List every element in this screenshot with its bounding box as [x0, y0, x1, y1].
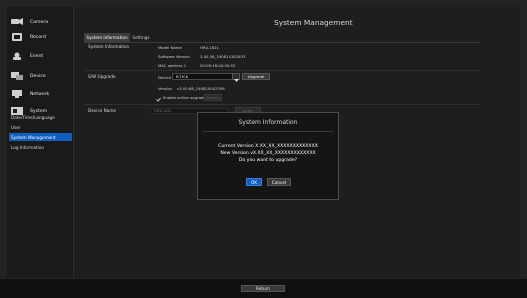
model-name-label: Model Name	[158, 45, 182, 50]
app-window: Camera Record Event Device Network Syste…	[0, 0, 527, 298]
model-name-value: HRX-1621	[200, 45, 219, 50]
sidebar-item-label: Camera	[30, 19, 49, 25]
cancel-button[interactable]: Cancel	[267, 178, 291, 186]
sidebar-subitem-label: System Management	[11, 134, 56, 140]
network-icon	[10, 90, 23, 99]
mac-address-label: MAC address 1	[158, 63, 187, 68]
device-select-value: R-TICK	[176, 74, 189, 79]
sidebar-subitem-label: Date/Time/Language	[11, 114, 55, 120]
section-divider	[84, 104, 480, 105]
sidebar-item-record[interactable]: Record	[9, 28, 72, 46]
device-icon	[10, 72, 23, 81]
sidebar-subitem-user[interactable]: User	[9, 123, 72, 131]
version-value: v3.00.68_190820042356	[177, 86, 225, 91]
section-divider	[84, 70, 480, 71]
tab-settings[interactable]: Settings	[130, 33, 152, 42]
sidebar-subitem-label: User	[11, 124, 21, 130]
upgrade-dialog: System Information Current Version X.XX_…	[197, 112, 339, 200]
sidebar: Camera Record Event Device Network Syste…	[7, 7, 74, 278]
dialog-title: System Information	[238, 119, 298, 126]
upgrade-question-text: Do you want to upgrade?	[238, 158, 298, 163]
record-icon	[10, 33, 23, 42]
sidebar-item-label: Event	[30, 53, 44, 59]
enable-online-upgrade-checkbox[interactable]	[156, 94, 161, 102]
device-name-value: HRX-1621	[154, 109, 172, 113]
main-panel: System Management System Information Set…	[74, 7, 520, 278]
tab-system-information[interactable]: System Information	[84, 33, 130, 42]
sidebar-item-network[interactable]: Network	[9, 85, 72, 103]
sidebar-item-device[interactable]: Device	[9, 67, 72, 85]
bottom-bar: Return	[0, 279, 527, 298]
ok-button[interactable]: OK	[246, 178, 262, 186]
page-title: System Management	[274, 18, 353, 27]
return-button[interactable]: Return	[241, 285, 285, 292]
device-name-label: Device Name	[88, 108, 117, 113]
sidebar-subitem-system-management[interactable]: System Management	[9, 133, 72, 141]
software-version-label: Software Version	[158, 54, 190, 59]
device-label: Device	[158, 75, 171, 80]
search-button[interactable]: Search	[204, 94, 222, 101]
sidebar-item-label: Record	[30, 34, 46, 40]
upgrade-button[interactable]: Upgrade	[242, 73, 270, 80]
chevron-down-icon	[233, 67, 239, 86]
device-select-arrow[interactable]	[232, 73, 240, 82]
new-version-text: New Version vX.XX_XX_XXXXXXXXXXXXX	[220, 151, 316, 156]
sidebar-item-label: Device	[30, 73, 46, 79]
software-version-value: 3.00.58_190814181833	[200, 54, 246, 59]
current-version-text: Current Version X.XX_XX_XXXXXXXXXXXXX	[218, 144, 318, 149]
event-icon	[10, 52, 23, 61]
mac-address-value: 00:09:18:00:00:92	[200, 63, 236, 68]
system-info-section-label: System Information	[88, 44, 130, 49]
dialog-divider	[203, 131, 333, 132]
tab-bar: System Information Settings	[84, 33, 480, 43]
sidebar-item-event[interactable]: Event	[9, 47, 72, 65]
device-select[interactable]: R-TICK	[172, 73, 235, 80]
camera-icon	[10, 18, 23, 27]
sidebar-subitem-label: Log Information	[11, 144, 45, 150]
sidebar-item-label: Network	[30, 91, 50, 97]
sidebar-subitem-date-time-language[interactable]: Date/Time/Language	[9, 113, 72, 121]
sw-upgrade-section-label: S/W Upgrade	[88, 74, 116, 79]
sidebar-subitem-log-information[interactable]: Log Information	[9, 143, 72, 151]
enable-online-upgrade-label: Enable online upgrade	[163, 95, 206, 100]
